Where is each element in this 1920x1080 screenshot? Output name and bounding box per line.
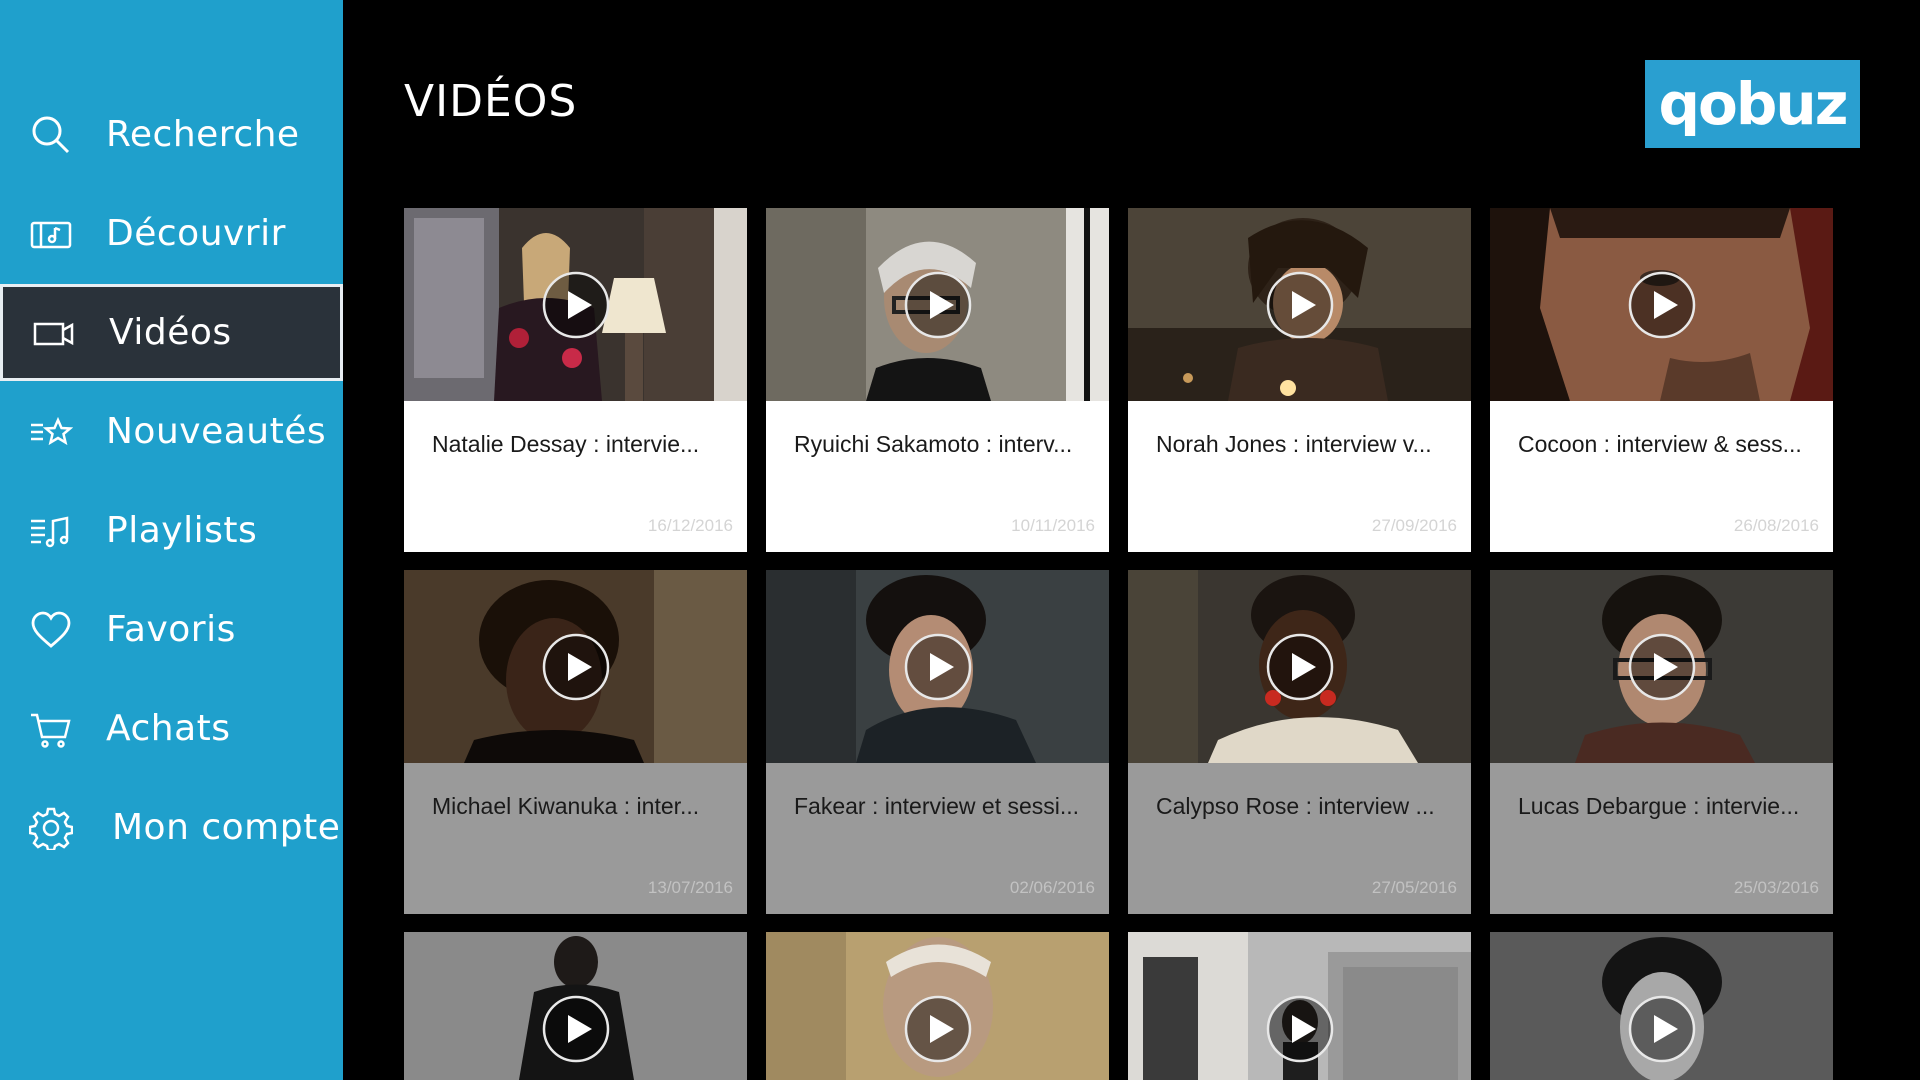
video-info: Lucas Debargue : intervie... 25/03/2016	[1490, 763, 1833, 914]
video-card[interactable]: Lucas Debargue : intervie... 25/03/2016	[1490, 570, 1833, 914]
play-icon	[1628, 995, 1696, 1063]
sidebar-item-label: Favoris	[106, 609, 236, 650]
sidebar-item-label: Achats	[106, 708, 231, 749]
video-date: 10/11/2016	[1011, 516, 1095, 535]
sidebar-item-label: Recherche	[106, 114, 300, 155]
play-icon	[904, 633, 972, 701]
video-title: Ryuichi Sakamoto : interv...	[794, 431, 1073, 457]
video-card[interactable]	[766, 932, 1109, 1080]
play-icon	[542, 995, 610, 1063]
heart-icon	[26, 605, 76, 655]
video-card[interactable]: Cocoon : interview & sess... 26/08/2016	[1490, 208, 1833, 552]
video-card[interactable]: Norah Jones : interview v... 27/09/2016	[1128, 208, 1471, 552]
play-icon	[1266, 271, 1334, 339]
video-card[interactable]: Ryuichi Sakamoto : interv... 10/11/2016	[766, 208, 1109, 552]
video-title: Cocoon : interview & sess...	[1518, 431, 1802, 457]
video-info: Michael Kiwanuka : inter... 13/07/2016	[404, 763, 747, 914]
video-info: Cocoon : interview & sess... 26/08/2016	[1490, 401, 1833, 552]
video-card[interactable]: Michael Kiwanuka : inter... 13/07/2016	[404, 570, 747, 914]
sidebar-item-label: Playlists	[106, 510, 258, 551]
play-icon	[542, 633, 610, 701]
sidebar-item-nouveautes[interactable]: Nouveautés	[0, 383, 343, 480]
discover-icon	[26, 209, 76, 259]
video-date: 13/07/2016	[647, 878, 733, 897]
video-date: 26/08/2016	[1733, 516, 1819, 535]
video-info: Ryuichi Sakamoto : interv... 10/11/2016	[766, 401, 1109, 552]
video-card[interactable]: Fakear : interview et sessi... 02/06/201…	[766, 570, 1109, 914]
video-date: 02/06/2016	[1009, 878, 1095, 897]
play-icon	[1266, 633, 1334, 701]
video-card[interactable]: Natalie Dessay : intervie... 16/12/2016	[404, 208, 747, 552]
video-date: 16/12/2016	[647, 516, 733, 535]
sidebar-item-decouvrir[interactable]: Découvrir	[0, 185, 343, 282]
play-icon	[1266, 995, 1334, 1063]
sidebar-item-label: Découvrir	[106, 213, 286, 254]
video-card[interactable]	[404, 932, 747, 1080]
search-icon	[26, 110, 76, 160]
video-date: 25/03/2016	[1733, 878, 1819, 897]
video-title: Fakear : interview et sessi...	[794, 793, 1080, 819]
cart-icon	[26, 704, 76, 754]
sidebar-item-videos[interactable]: Vidéos	[0, 284, 343, 381]
sidebar-item-achats[interactable]: Achats	[0, 680, 343, 777]
page-title: VIDÉOS	[404, 76, 578, 127]
play-icon	[542, 271, 610, 339]
sidebar-item-playlists[interactable]: Playlists	[0, 482, 343, 579]
sidebar-item-favoris[interactable]: Favoris	[0, 581, 343, 678]
video-card[interactable]: Calypso Rose : interview ... 27/05/2016	[1128, 570, 1471, 914]
video-info: Calypso Rose : interview ... 27/05/2016	[1128, 763, 1471, 914]
play-icon	[904, 271, 972, 339]
play-icon	[1628, 271, 1696, 339]
sidebar-item-mon-compte[interactable]: Mon compte	[0, 779, 343, 876]
video-title: Lucas Debargue : intervie...	[1518, 793, 1800, 819]
sidebar: Recherche Découvrir Vidéos Nouveautés Pl…	[0, 0, 343, 1080]
video-title: Michael Kiwanuka : inter...	[432, 793, 700, 819]
video-info: Natalie Dessay : intervie... 16/12/2016	[404, 401, 747, 552]
video-date: 27/05/2016	[1371, 878, 1457, 897]
video-card[interactable]	[1128, 932, 1471, 1080]
sidebar-item-label: Mon compte	[112, 807, 341, 848]
qobuz-logo: qobuz	[1645, 60, 1860, 148]
video-date: 27/09/2016	[1371, 516, 1457, 535]
gear-icon	[26, 803, 76, 853]
video-info: Norah Jones : interview v... 27/09/2016	[1128, 401, 1471, 552]
video-title: Calypso Rose : interview ...	[1156, 793, 1435, 819]
sidebar-item-recherche[interactable]: Recherche	[0, 86, 343, 183]
sidebar-item-label: Nouveautés	[106, 411, 327, 452]
video-camera-icon	[29, 308, 79, 358]
video-info: Fakear : interview et sessi... 02/06/201…	[766, 763, 1109, 914]
playlist-icon	[26, 506, 76, 556]
play-icon	[904, 995, 972, 1063]
play-icon	[1628, 633, 1696, 701]
video-title: Norah Jones : interview v...	[1156, 431, 1432, 457]
video-card[interactable]	[1490, 932, 1833, 1080]
sidebar-item-label: Vidéos	[109, 312, 232, 353]
new-releases-icon	[26, 407, 76, 457]
video-title: Natalie Dessay : intervie...	[432, 431, 700, 457]
